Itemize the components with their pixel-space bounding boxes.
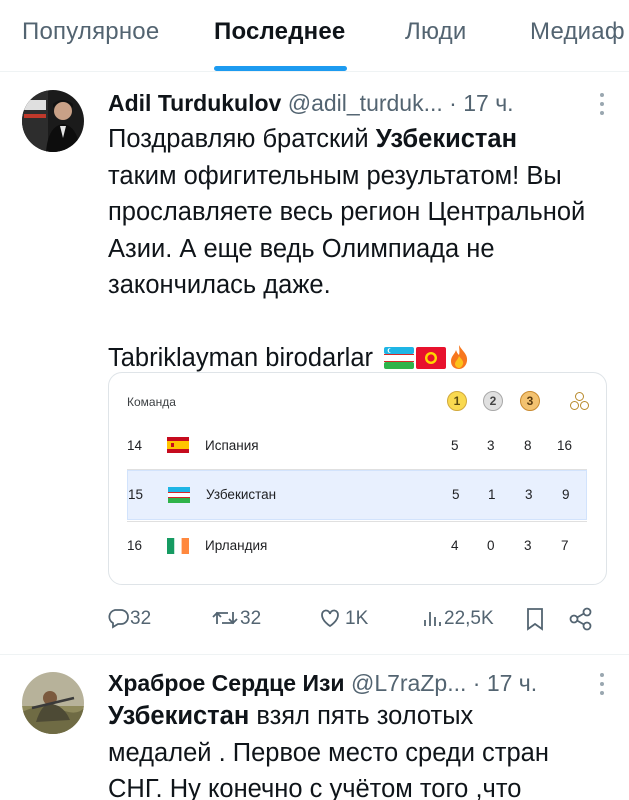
bronze-count: 3 (524, 538, 532, 553)
tweet-text-line: закончилась даже. (108, 271, 331, 299)
table-row: 16 Ирландия 4 0 3 7 (127, 522, 587, 568)
bookmark-button[interactable] (524, 604, 548, 634)
tweet-time[interactable]: · 17 ч. (473, 670, 537, 696)
author-handle[interactable]: @L7raZp... (351, 670, 466, 696)
author-handle[interactable]: @adil_turduk... (288, 90, 443, 116)
views-chart-icon (424, 612, 441, 626)
tweet-text-line: прославляете весь регион Центральной (108, 198, 586, 226)
bronze-count: 3 (525, 487, 533, 502)
more-options-icon[interactable] (599, 673, 605, 700)
rank: 16 (127, 538, 143, 553)
tweet-time[interactable]: · 17 ч. (449, 90, 513, 116)
total-count: 7 (561, 538, 569, 553)
tweet-text-line: медалей . Первое место среди стран (108, 738, 549, 767)
tweet-text-line: Поздравляю братский Узбекистан (108, 125, 518, 153)
tweet-text-line: Узбекистан взял пять золотых (108, 702, 474, 730)
retweet-icon (212, 611, 238, 625)
total-medals-icon (569, 391, 591, 413)
tweet-text-line: таким офигительным результатом! Вы (108, 161, 562, 190)
share-icon (569, 607, 592, 631)
tweet-text-line: Азии. А еще ведь Олимпиада не (108, 234, 495, 263)
tweet-text: Поздравляю братский Узбекистан таким офи… (108, 121, 613, 377)
gold-count: 5 (451, 438, 459, 453)
like-count: 1K (345, 608, 369, 629)
tweet-header: Adil Turdukulov @adil_turduk... · 17 ч. (108, 90, 514, 117)
tweet-text: Узбекистан взял пять золотых медалей . П… (108, 698, 613, 800)
total-count: 16 (557, 438, 573, 453)
silver-count: 3 (487, 438, 495, 453)
gold-count: 5 (452, 487, 460, 502)
tweet-header: Храброе Сердце Изи @L7raZp... · 17 ч. (108, 670, 537, 697)
uzbekistan-flag-emoji-icon (384, 347, 415, 369)
search-tabs: Популярное Последнее Люди Медиаф (0, 0, 629, 72)
country-name: Ирландия (205, 538, 268, 553)
like-button[interactable]: 1K (318, 604, 388, 634)
avatar[interactable] (22, 672, 84, 734)
tab-popular[interactable]: Популярное (22, 18, 159, 46)
tweet-text-line: СНГ. Ну конечно с учётом того ,что (108, 775, 522, 800)
views-count: 22,5K (444, 608, 494, 629)
table-row-highlighted: 15 Узбекистан 5 1 3 9 (127, 470, 587, 520)
tab-people[interactable]: Люди (405, 18, 466, 46)
reply-icon (108, 609, 129, 629)
silver-count: 1 (488, 487, 496, 502)
tab-latest[interactable]: Последнее (214, 18, 345, 46)
team-column-header: Команда (127, 395, 176, 409)
author-name[interactable]: Храброе Сердце Изи (108, 670, 345, 696)
bronze-medal-icon: 3 (520, 391, 540, 411)
rank: 15 (128, 487, 144, 502)
share-button[interactable] (568, 604, 594, 634)
kyrgyzstan-flag-emoji-icon (416, 347, 447, 369)
gold-count: 4 (451, 538, 459, 553)
reply-count: 32 (130, 608, 152, 629)
gold-medal-icon: 1 (447, 391, 467, 411)
silver-count: 0 (487, 538, 495, 553)
retweet-count: 32 (240, 608, 262, 629)
heart-icon (321, 609, 339, 628)
fire-emoji-icon (451, 345, 468, 369)
country-name: Испания (205, 438, 259, 453)
views-button[interactable]: 22,5K (422, 604, 516, 634)
country-name: Узбекистан (206, 487, 277, 502)
author-name[interactable]: Adil Turdukulov (108, 90, 281, 116)
reply-button[interactable]: 32 (106, 604, 176, 634)
ireland-flag-icon (167, 538, 189, 554)
retweet-button[interactable]: 32 (212, 604, 282, 634)
rank: 14 (127, 438, 143, 453)
table-row: 14 Испания 5 3 8 16 (127, 423, 587, 469)
total-count: 9 (562, 487, 570, 502)
active-tab-indicator (214, 66, 347, 71)
tweet-divider (0, 654, 629, 655)
uzbekistan-flag-icon (168, 487, 190, 503)
medal-table-card[interactable]: Команда 1 2 3 14 Испания 5 3 8 16 15 Узб… (108, 372, 607, 585)
tweet-actions: 32 32 1K 22,5K (106, 604, 606, 638)
more-options-icon[interactable] (599, 93, 605, 120)
tab-media[interactable]: Медиаф (530, 18, 625, 46)
bookmark-icon (527, 608, 543, 631)
silver-medal-icon: 2 (483, 391, 503, 411)
avatar[interactable] (22, 90, 84, 152)
bronze-count: 8 (524, 438, 532, 453)
spain-flag-icon (167, 437, 189, 453)
